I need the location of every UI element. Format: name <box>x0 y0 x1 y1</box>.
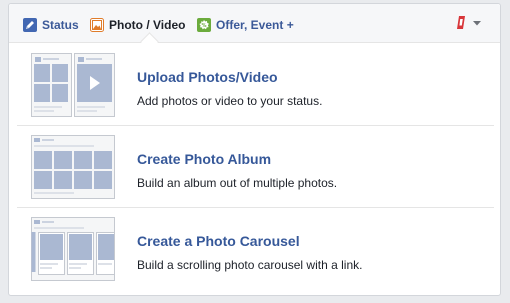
option-create-photo-carousel[interactable]: Create a Photo Carousel Build a scrollin… <box>17 208 494 289</box>
option-upload-title[interactable]: Upload Photos/Video <box>137 68 278 86</box>
privacy-selector[interactable] <box>453 13 487 33</box>
photo-album-thumbnail <box>31 135 115 199</box>
option-upload-description: Add photos or video to your status. <box>137 94 323 108</box>
option-album-title[interactable]: Create Photo Album <box>137 150 271 168</box>
photo-icon <box>90 17 104 32</box>
option-album-description: Build an album out of multiple photos. <box>137 176 338 190</box>
tab-photo-video[interactable]: Photo / Video <box>90 15 185 33</box>
option-carousel-title[interactable]: Create a Photo Carousel <box>137 232 300 250</box>
composer-tab-bar: Status Photo / Video % Offer, Event + <box>9 4 500 43</box>
tab-offer-event[interactable]: % Offer, Event + <box>197 15 294 33</box>
option-create-photo-album[interactable]: Create Photo Album Build an album out of… <box>17 126 494 208</box>
tab-photo-video-label: Photo / Video <box>109 17 186 32</box>
offer-icon: % <box>197 17 211 32</box>
tab-offer-event-label: Offer, Event + <box>216 17 294 32</box>
option-carousel-description: Build a scrolling photo carousel with a … <box>137 258 363 272</box>
pencil-icon <box>23 17 37 32</box>
privacy-icon <box>457 16 481 29</box>
photo-carousel-thumbnail <box>31 217 115 281</box>
svg-text:%: % <box>201 23 206 29</box>
upload-photos-thumbnail <box>31 53 115 117</box>
tab-status[interactable]: Status <box>23 15 79 33</box>
tab-status-label: Status <box>42 17 79 32</box>
photo-options-list: Upload Photos/Video Add photos or video … <box>17 44 494 289</box>
composer-panel: Status Photo / Video % Offer, Event + Up… <box>8 3 501 296</box>
option-upload-photos-video[interactable]: Upload Photos/Video Add photos or video … <box>17 44 494 126</box>
